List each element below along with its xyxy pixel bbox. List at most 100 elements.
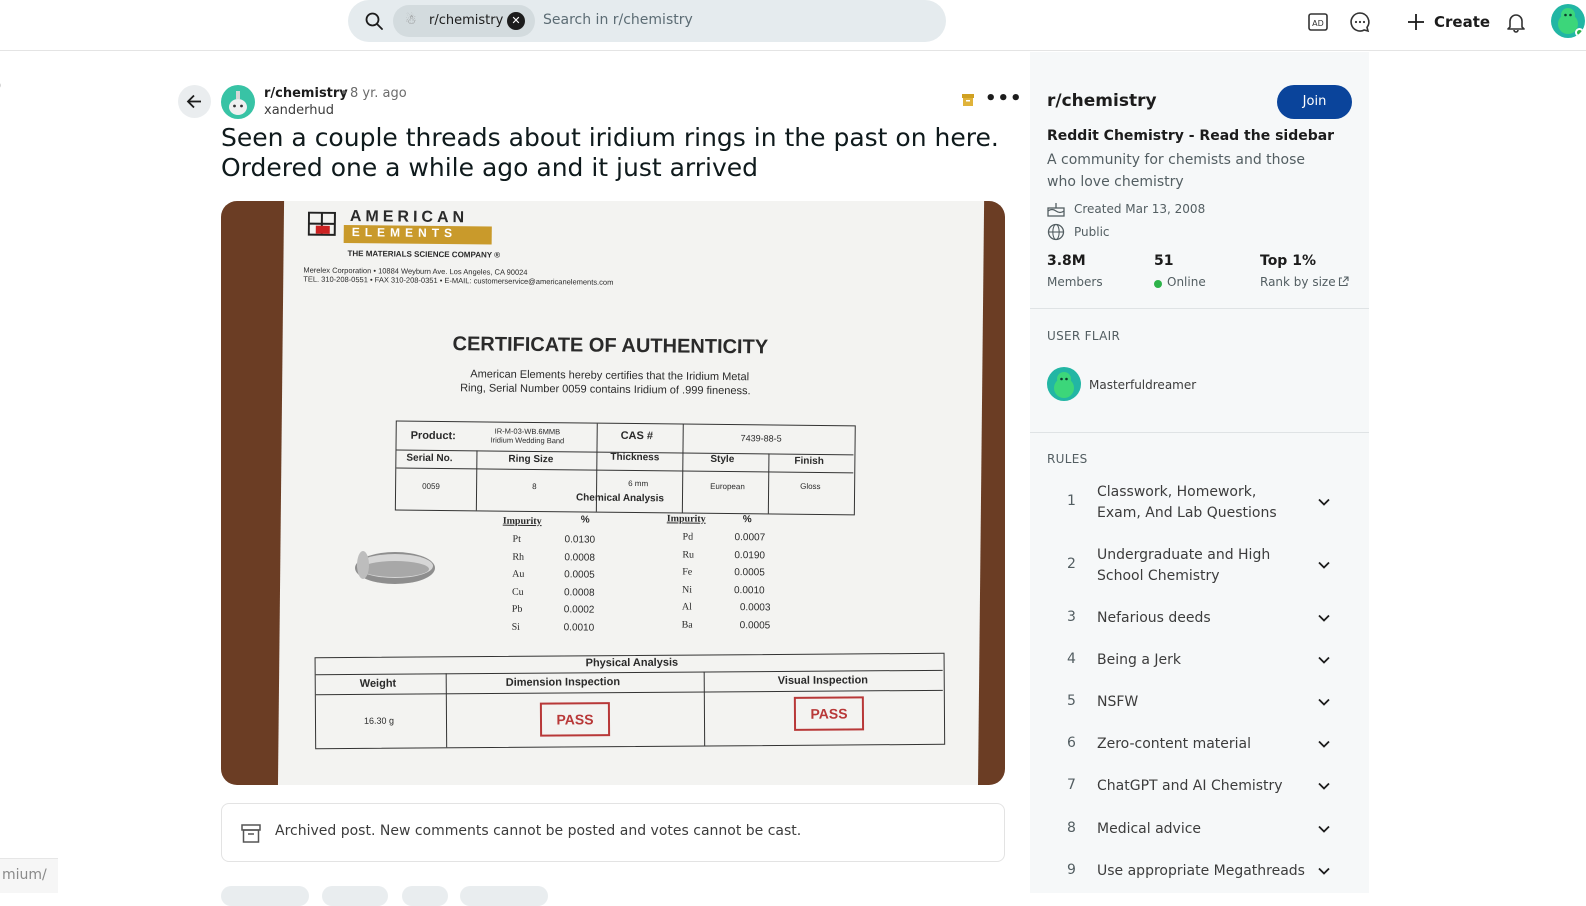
archive-box-icon [240,822,262,844]
impurity-header-right: Impurity [667,513,706,524]
search-bar[interactable]: ☃ r/chemistry ✕ Search in r/chemistry [348,0,946,42]
product-name: Iridium Wedding Band [491,436,565,446]
chevron-down-icon[interactable] [1317,864,1331,878]
chevron-down-icon[interactable] [1317,737,1331,751]
chevron-down-icon[interactable] [1317,495,1331,509]
physical-analysis-title: Physical Analysis [586,657,679,670]
visual-pass-stamp: PASS [794,696,864,730]
rule-item-2[interactable]: 2 Undergraduate and High School Chemistr… [1047,545,1352,587]
search-input[interactable]: Search in r/chemistry [543,12,693,28]
archived-badge-icon [962,94,974,106]
impurity-element: Ni [682,584,692,595]
chevron-down-icon[interactable] [1317,558,1331,572]
post-subreddit-link[interactable]: r/chemistry [264,86,348,101]
value-ring-size: 8 [532,482,537,491]
online-label: Online [1167,275,1206,289]
post-author-link[interactable]: xanderhud [264,103,334,118]
clear-chip-icon[interactable]: ✕ [507,12,525,30]
comments-button[interactable] [322,886,388,906]
certificate-paper: AMERICAN ELEMENTS THE MATERIALS SCIENCE … [278,201,984,785]
rule-number: 9 [1067,862,1076,878]
rule-item-5[interactable]: 5 NSFW [1047,692,1352,714]
rule-number: 6 [1067,735,1076,751]
header-ring-size: Ring Size [508,454,553,465]
rule-text: Medical advice [1097,819,1297,840]
rule-item-9[interactable]: 9 Use appropriate Megathreads [1047,861,1352,883]
subreddit-filter-chip[interactable]: ☃ r/chemistry ✕ [393,5,535,37]
sidebar-title: Reddit Chemistry - Read the sidebar [1047,128,1334,144]
create-button[interactable]: Create [1406,8,1490,36]
chevron-down-icon[interactable] [1317,779,1331,793]
chevron-down-icon[interactable] [1317,822,1331,836]
header-style: Style [710,454,734,465]
rule-text: ChatGPT and AI Chemistry [1097,776,1297,797]
chevron-down-icon[interactable] [1317,611,1331,625]
rule-item-3[interactable]: 3 Nefarious deeds [1047,608,1352,630]
post-image[interactable]: AMERICAN ELEMENTS THE MATERIALS SCIENCE … [221,201,1005,785]
rule-number: 8 [1067,820,1076,836]
header-finish: Finish [794,456,824,467]
user-avatar[interactable] [1551,4,1585,38]
value-style: European [710,482,745,491]
rule-item-4[interactable]: 4 Being a Jerk [1047,650,1352,672]
american-elements-logo-icon [308,212,338,238]
weight-label: Weight [360,678,397,690]
impurity-value: 0.0010 [564,622,595,633]
post-age: 8 yr. ago [350,86,407,101]
impurity-value: 0.0003 [740,602,771,613]
back-button[interactable] [178,85,211,118]
flair-avatar[interactable] [1047,367,1081,401]
value-thickness: 6 mm [628,479,648,488]
award-button[interactable] [402,886,448,906]
rule-text: Zero-content material [1097,734,1297,755]
archived-notice-text: Archived post. New comments cannot be po… [275,823,801,839]
plus-icon [1406,12,1426,32]
created-date-row: Created Mar 13, 2008 [1047,201,1205,217]
chevron-down-icon[interactable] [1317,695,1331,709]
impurity-value: 0.0130 [564,534,595,545]
percent-header-right: % [743,514,752,525]
create-label: Create [1434,13,1490,31]
left-edge-fragment: ) [0,78,1,94]
impurity-element: Pt [512,534,520,545]
sidebar-community-name[interactable]: r/chemistry [1047,91,1157,111]
chem-analysis-title: Chemical Analysis [576,492,664,504]
rule-item-8[interactable]: 8 Medical advice [1047,819,1352,841]
impurity-value: 0.0008 [564,552,595,563]
advertise-icon[interactable]: AD [1306,10,1330,34]
cas-value: 7439-88-5 [741,433,782,443]
rule-item-7[interactable]: 7 ChatGPT and AI Chemistry [1047,776,1352,798]
visibility-row: Public [1047,223,1110,241]
cert-address-2: TEL. 310-208-0551 • FAX 310-208-0351 • E… [303,275,613,287]
subreddit-chip-label: r/chemistry [429,13,503,28]
rule-item-6[interactable]: 6 Zero-content material [1047,734,1352,756]
meta-separator: • [340,86,348,101]
external-link-icon[interactable] [1338,276,1349,287]
visual-inspection-label: Visual Inspection [778,674,868,687]
visibility-label: Public [1074,225,1110,239]
rule-text: NSFW [1097,692,1297,713]
chat-icon[interactable] [1348,10,1372,34]
top-bar: ☃ r/chemistry ✕ Search in r/chemistry AD… [0,0,1586,51]
created-date: Created Mar 13, 2008 [1074,202,1205,216]
join-button[interactable]: Join [1277,85,1352,119]
subreddit-avatar[interactable] [221,85,255,119]
impurity-value: 0.0007 [735,532,766,543]
share-button[interactable] [460,886,548,906]
subreddit-snoo-icon [221,85,255,119]
dimension-inspection-label: Dimension Inspection [506,676,620,689]
chevron-down-icon[interactable] [1317,653,1331,667]
dimension-pass-stamp: PASS [540,702,610,736]
rule-text: Nefarious deeds [1097,608,1297,629]
sidebar-divider [1030,432,1369,433]
impurity-value: 0.0190 [734,550,765,561]
rank-label[interactable]: Rank by size [1260,275,1336,289]
sidebar-description: A community for chemists and those who l… [1047,149,1337,193]
percent-header-left: % [581,514,590,525]
more-options-icon[interactable]: ••• [985,88,1023,109]
flair-username[interactable]: Masterfuldreamer [1089,378,1196,392]
rule-item-1[interactable]: 1 Classwork, Homework, Exam, And Lab Que… [1047,482,1352,524]
header-thickness: Thickness [610,452,659,464]
vote-bar[interactable] [221,886,309,906]
notification-bell-icon[interactable] [1504,10,1528,34]
